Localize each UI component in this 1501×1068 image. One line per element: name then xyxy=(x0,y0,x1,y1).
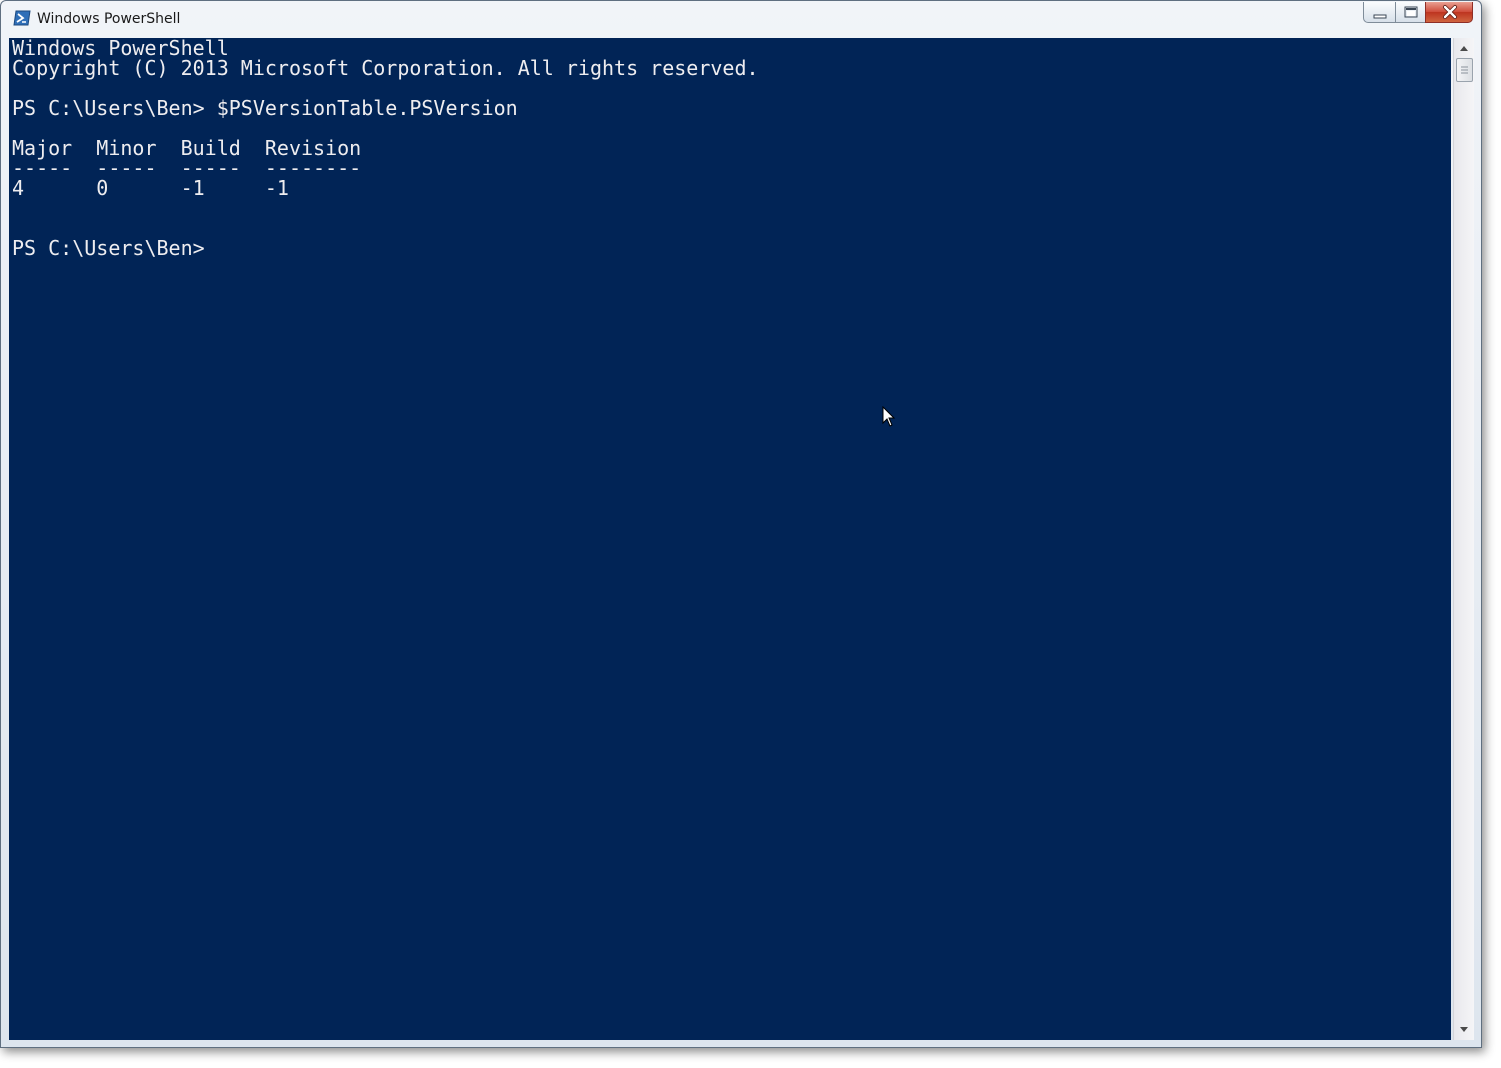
powershell-icon[interactable] xyxy=(13,10,31,26)
console-line: ----- ----- ----- -------- xyxy=(12,156,362,180)
powershell-window: Windows PowerShell Windows PowerShell Co… xyxy=(0,0,1482,1048)
window-controls xyxy=(1363,2,1473,24)
scroll-down-button[interactable] xyxy=(1454,1020,1474,1038)
scroll-thumb[interactable] xyxy=(1456,58,1473,82)
mouse-pointer-icon xyxy=(882,405,896,428)
close-button[interactable] xyxy=(1425,2,1473,23)
console-line: PS C:\Users\Ben> $PSVersionTable.PSVersi… xyxy=(12,96,518,120)
console-line: 4 0 -1 -1 xyxy=(12,176,289,200)
console-line: Major Minor Build Revision xyxy=(12,136,362,160)
grip-icon xyxy=(1461,66,1468,74)
console-output: Windows PowerShell Copyright (C) 2013 Mic… xyxy=(9,38,1451,258)
close-icon xyxy=(1443,5,1457,19)
console-line: Windows PowerShell xyxy=(12,38,229,60)
console-area[interactable]: Windows PowerShell Copyright (C) 2013 Mic… xyxy=(9,38,1451,1040)
title-bar[interactable]: Windows PowerShell xyxy=(1,1,1481,37)
maximize-icon xyxy=(1404,6,1418,18)
scroll-up-arrow-icon xyxy=(1460,46,1468,51)
console-prompt-line[interactable]: PS C:\Users\Ben> xyxy=(12,238,1451,258)
vertical-scrollbar[interactable] xyxy=(1453,38,1474,1040)
console-line: Copyright (C) 2013 Microsoft Corporation… xyxy=(12,56,759,80)
scroll-up-button[interactable] xyxy=(1454,40,1474,58)
maximize-button[interactable] xyxy=(1395,2,1425,23)
scroll-down-arrow-icon xyxy=(1460,1027,1468,1032)
window-title: Windows PowerShell xyxy=(37,11,181,27)
minimize-icon xyxy=(1373,14,1387,19)
minimize-button[interactable] xyxy=(1363,2,1395,23)
